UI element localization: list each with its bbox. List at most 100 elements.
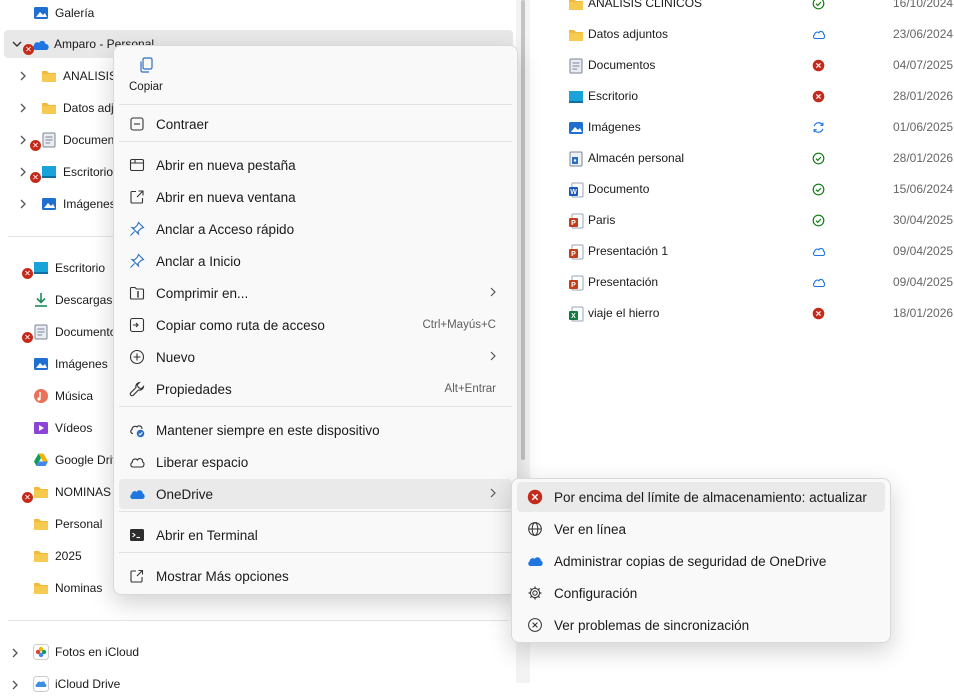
chevron-right-icon[interactable] xyxy=(8,678,22,692)
menu-item-copiar-como-ruta-de-acceso[interactable]: Copiar como ruta de acceso Ctrl+Mayús+C xyxy=(119,310,512,340)
nav-item-quick-musica[interactable]: Música xyxy=(33,383,93,409)
menu-item-abrir-en-nueva-ventana[interactable]: Abrir en nueva ventana xyxy=(119,182,512,212)
chevron-right-icon xyxy=(488,349,498,364)
onedrive-icon xyxy=(129,486,145,502)
sync-status-error-icon xyxy=(812,90,825,103)
nav-item-quick-documentos[interactable]: Documentos xyxy=(33,319,122,345)
nav-item-quick-nominas[interactable]: Nominas xyxy=(33,575,102,601)
nav-item-quick-videos[interactable]: Vídeos xyxy=(33,415,92,441)
scrollbar-thumb[interactable] xyxy=(521,0,525,460)
file-date: 16/10/2024 xyxy=(893,0,954,10)
menu-item-onedrive[interactable]: OneDrive xyxy=(119,479,512,509)
nav-item-label: Personal xyxy=(55,517,103,531)
document-icon xyxy=(33,324,49,340)
file-row[interactable]: Imágenes 01/06/2025 xyxy=(560,114,954,142)
submenu-item-por-encima-del-limite-de-almacenamiento-[interactable]: Por encima del límite de almacenamiento:… xyxy=(517,482,885,512)
nav-item-label: Galería xyxy=(55,6,95,20)
menu-separator xyxy=(119,141,512,142)
music-icon xyxy=(33,388,49,404)
more-options-icon xyxy=(129,568,145,584)
file-row[interactable]: Escritorio 28/01/2026 xyxy=(560,83,954,111)
new-window-icon xyxy=(129,189,145,205)
file-row[interactable]: Datos adjuntos 23/06/2024 xyxy=(560,21,954,49)
menu-item-liberar-espacio[interactable]: Liberar espacio xyxy=(119,447,512,477)
submenu-item-ver-en-linea[interactable]: Ver en línea xyxy=(517,514,885,544)
file-row[interactable]: W Documento 15/06/2024 xyxy=(560,176,954,204)
onedrive-submenu: Por encima del límite de almacenamiento:… xyxy=(511,478,891,643)
nav-separator xyxy=(8,620,508,621)
icloud-drive-icon xyxy=(33,676,49,692)
file-row[interactable]: ANALISIS CLINICOS 16/10/2024 xyxy=(560,0,954,18)
menu-item-anclar-a-acceso-rapido[interactable]: Anclar a Acceso rápido xyxy=(119,214,512,244)
menu-item-comprimir-en[interactable]: Comprimir en... xyxy=(119,278,512,308)
nav-item-quick-descargas[interactable]: Descargas xyxy=(33,287,112,313)
word-icon: W xyxy=(568,182,584,198)
nav-item-quick-nominas-upper[interactable]: NOMINAS xyxy=(33,479,111,505)
chevron-right-icon[interactable] xyxy=(16,133,30,147)
menu-item-anclar-a-inicio[interactable]: Anclar a Inicio xyxy=(119,246,512,276)
menu-item-mostrar-mas-opciones[interactable]: Mostrar Más opciones xyxy=(119,561,512,591)
submenu-item-configuracion[interactable]: Configuración xyxy=(517,578,885,608)
chevron-down-icon[interactable] xyxy=(10,37,24,51)
menu-item-mantener-siempre-en-este-dispositivo[interactable]: Mantener siempre en este dispositivo xyxy=(119,415,512,445)
file-row[interactable]: Documentos 04/07/2025 xyxy=(560,52,954,80)
chevron-right-icon[interactable] xyxy=(16,69,30,83)
file-row[interactable]: P Presentación 1 09/04/2025 xyxy=(560,238,954,266)
menu-item-label: Mostrar Más opciones xyxy=(156,569,289,584)
file-date: 18/01/2026 xyxy=(893,306,954,320)
nav-item-quick-2025[interactable]: 2025 xyxy=(33,543,82,569)
menu-item-label: Copiar como ruta de acceso xyxy=(156,318,325,333)
menu-item-propiedades[interactable]: Propiedades Alt+Entrar xyxy=(119,374,512,404)
menu-item-label: Nuevo xyxy=(156,350,196,365)
menu-item-label: Anclar a Inicio xyxy=(156,254,241,269)
folder-icon xyxy=(41,68,57,84)
submenu-item-ver-problemas-de-sincronizacion[interactable]: Ver problemas de sincronización xyxy=(517,610,885,640)
file-row[interactable]: P Presentación 09/04/2025 xyxy=(560,269,954,297)
powerpoint-icon: P xyxy=(568,213,584,229)
chevron-right-icon[interactable] xyxy=(16,197,30,211)
chevron-right-icon[interactable] xyxy=(16,165,30,179)
copy-icon xyxy=(138,57,154,73)
submenu-item-administrar-copias-de-seguridad-de-onedr[interactable]: Administrar copias de seguridad de OneDr… xyxy=(517,546,885,576)
sync-status-synced-icon xyxy=(812,183,825,196)
sync-status-synced-icon xyxy=(812,0,825,10)
chevron-right-icon[interactable] xyxy=(8,646,22,660)
nav-item-escritorio[interactable]: Escritorio xyxy=(41,159,113,185)
nav-item-icloud-photos[interactable]: Fotos en iCloud xyxy=(33,639,139,665)
chevron-right-icon[interactable] xyxy=(16,101,30,115)
onedrive-cloud-icon xyxy=(32,38,50,52)
file-row[interactable]: Xviaje el hierro 18/01/2026 xyxy=(560,300,954,328)
copy-button[interactable]: Copiar xyxy=(120,50,172,100)
copy-path-icon xyxy=(129,317,145,333)
file-date: 30/04/2025 xyxy=(893,213,954,227)
menu-separator xyxy=(119,104,512,105)
nav-item-imagenes[interactable]: Imágenes xyxy=(41,191,116,217)
folder-icon xyxy=(33,516,49,532)
nav-item-quick-escritorio[interactable]: Escritorio xyxy=(33,255,105,281)
pin-icon xyxy=(129,253,145,269)
file-row[interactable]: Almacén personal 28/01/2026 xyxy=(560,145,954,173)
menu-separator xyxy=(119,511,512,512)
chevron-right-icon xyxy=(488,285,498,300)
nav-item-quick-imagenes[interactable]: Imágenes xyxy=(33,351,108,377)
svg-text:W: W xyxy=(570,189,577,196)
menu-item-abrir-en-terminal[interactable]: Abrir en Terminal xyxy=(119,520,512,550)
nav-item-quick-google-drive[interactable]: Google Drive xyxy=(33,447,125,473)
menu-item-nuevo[interactable]: Nuevo xyxy=(119,342,512,372)
nav-item-icloud-drive[interactable]: iCloud Drive xyxy=(33,671,120,697)
cloud-outline-icon xyxy=(129,454,145,470)
menu-item-abrir-en-nueva-pestana[interactable]: Abrir en nueva pestaña xyxy=(119,150,512,180)
gear-icon xyxy=(527,585,543,601)
file-row[interactable]: P Paris 30/04/2025 xyxy=(560,207,954,235)
nav-item-label: 2025 xyxy=(55,549,82,563)
nav-item-gallery[interactable]: Galería xyxy=(33,0,94,26)
gallery-icon xyxy=(33,5,49,21)
menu-item-shortcut: Ctrl+Mayús+C xyxy=(422,319,497,331)
folder-icon xyxy=(33,484,49,500)
menu-item-contraer[interactable]: Contraer xyxy=(119,109,512,139)
submenu-item-label: Por encima del límite de almacenamiento:… xyxy=(554,490,867,505)
folder-icon xyxy=(33,548,49,564)
pictures-icon xyxy=(568,120,584,136)
file-date: 04/07/2025 xyxy=(893,58,954,72)
nav-item-quick-personal[interactable]: Personal xyxy=(33,511,102,537)
